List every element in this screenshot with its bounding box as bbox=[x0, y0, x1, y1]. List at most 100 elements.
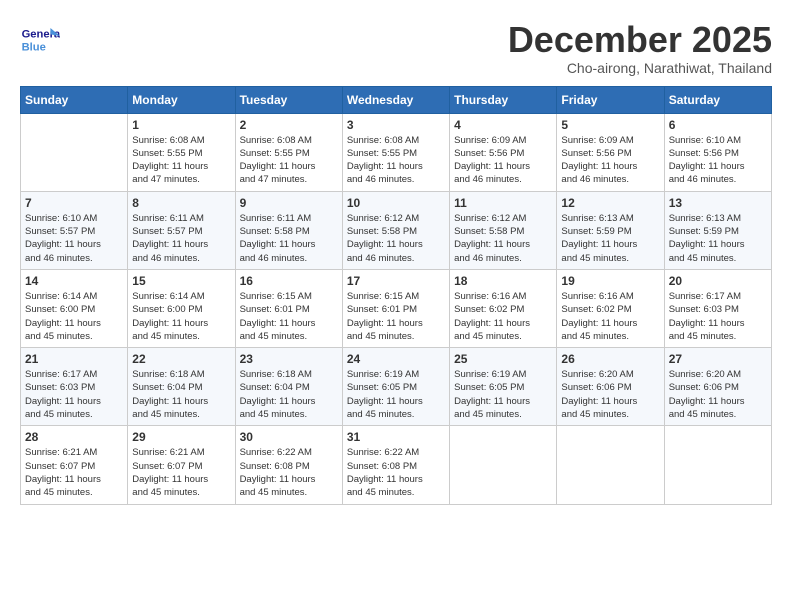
svg-text:Blue: Blue bbox=[22, 41, 46, 53]
day-number: 1 bbox=[132, 118, 230, 132]
calendar-cell: 12 Sunrise: 6:13 AM Sunset: 5:59 PM Dayli… bbox=[557, 191, 664, 269]
day-number: 5 bbox=[561, 118, 659, 132]
day-number: 7 bbox=[25, 196, 123, 210]
day-number: 17 bbox=[347, 274, 445, 288]
calendar-cell: 19 Sunrise: 6:16 AM Sunset: 6:02 PM Dayli… bbox=[557, 269, 664, 347]
month-title: December 2025 bbox=[508, 20, 772, 60]
day-number: 16 bbox=[240, 274, 338, 288]
day-info: Sunrise: 6:19 AM Sunset: 6:05 PM Dayligh… bbox=[347, 368, 445, 421]
calendar-week-1: 1Sunrise: 6:08 AM Sunset: 5:55 PM Daylig… bbox=[21, 113, 772, 191]
day-number: 28 bbox=[25, 430, 123, 444]
day-info: Sunrise: 6:10 AM Sunset: 5:57 PM Dayligh… bbox=[25, 212, 123, 265]
day-number: 20 bbox=[669, 274, 767, 288]
calendar-cell: 22Sunrise: 6:18 AM Sunset: 6:04 PM Dayli… bbox=[128, 348, 235, 426]
weekday-header-tuesday: Tuesday bbox=[235, 86, 342, 113]
day-info: Sunrise: 6:22 AM Sunset: 6:08 PM Dayligh… bbox=[347, 446, 445, 499]
calendar-cell bbox=[450, 426, 557, 504]
day-number: 22 bbox=[132, 352, 230, 366]
day-info: Sunrise: 6:11 AM Sunset: 5:57 PM Dayligh… bbox=[132, 212, 230, 265]
day-info: Sunrise: 6:18 AM Sunset: 6:04 PM Dayligh… bbox=[240, 368, 338, 421]
calendar-cell bbox=[664, 426, 771, 504]
weekday-header-monday: Monday bbox=[128, 86, 235, 113]
day-number: 30 bbox=[240, 430, 338, 444]
day-info: Sunrise: 6:13 AM Sunset: 5:59 PM Dayligh… bbox=[561, 212, 659, 265]
calendar-cell bbox=[21, 113, 128, 191]
calendar-cell: 5 Sunrise: 6:09 AM Sunset: 5:56 PM Daylig… bbox=[557, 113, 664, 191]
day-info: Sunrise: 6:19 AM Sunset: 6:05 PM Dayligh… bbox=[454, 368, 552, 421]
day-info: Sunrise: 6:20 AM Sunset: 6:06 PM Dayligh… bbox=[561, 368, 659, 421]
page-header: General Blue December 2025 Cho-airong, N… bbox=[20, 20, 772, 76]
calendar-week-3: 14 Sunrise: 6:14 AM Sunset: 6:00 PM Dayli… bbox=[21, 269, 772, 347]
day-number: 6 bbox=[669, 118, 767, 132]
day-info: Sunrise: 6:11 AM Sunset: 5:58 PM Dayligh… bbox=[240, 212, 338, 265]
calendar-cell: 20 Sunrise: 6:17 AM Sunset: 6:03 PM Dayli… bbox=[664, 269, 771, 347]
weekday-header-friday: Friday bbox=[557, 86, 664, 113]
calendar-cell: 18Sunrise: 6:16 AM Sunset: 6:02 PM Dayli… bbox=[450, 269, 557, 347]
calendar-cell bbox=[557, 426, 664, 504]
day-number: 25 bbox=[454, 352, 552, 366]
day-info: Sunrise: 6:14 AM Sunset: 6:00 PM Dayligh… bbox=[25, 290, 123, 343]
day-number: 23 bbox=[240, 352, 338, 366]
logo-icon: General Blue bbox=[20, 20, 60, 60]
weekday-header-thursday: Thursday bbox=[450, 86, 557, 113]
day-number: 2 bbox=[240, 118, 338, 132]
calendar-cell: 21Sunrise: 6:17 AM Sunset: 6:03 PM Dayli… bbox=[21, 348, 128, 426]
day-info: Sunrise: 6:09 AM Sunset: 5:56 PM Dayligh… bbox=[454, 134, 552, 187]
day-info: Sunrise: 6:16 AM Sunset: 6:02 PM Dayligh… bbox=[561, 290, 659, 343]
day-number: 19 bbox=[561, 274, 659, 288]
calendar-table: SundayMondayTuesdayWednesdayThursdayFrid… bbox=[20, 86, 772, 505]
day-number: 13 bbox=[669, 196, 767, 210]
weekday-header-saturday: Saturday bbox=[664, 86, 771, 113]
calendar-week-5: 28 Sunrise: 6:21 AM Sunset: 6:07 PM Dayli… bbox=[21, 426, 772, 504]
calendar-cell: 11 Sunrise: 6:12 AM Sunset: 5:58 PM Dayli… bbox=[450, 191, 557, 269]
day-number: 9 bbox=[240, 196, 338, 210]
calendar-cell: 6Sunrise: 6:10 AM Sunset: 5:56 PM Daylig… bbox=[664, 113, 771, 191]
location-subtitle: Cho-airong, Narathiwat, Thailand bbox=[508, 60, 772, 76]
day-number: 14 bbox=[25, 274, 123, 288]
title-block: December 2025 Cho-airong, Narathiwat, Th… bbox=[508, 20, 772, 76]
day-number: 12 bbox=[561, 196, 659, 210]
day-number: 29 bbox=[132, 430, 230, 444]
day-info: Sunrise: 6:20 AM Sunset: 6:06 PM Dayligh… bbox=[669, 368, 767, 421]
day-info: Sunrise: 6:12 AM Sunset: 5:58 PM Dayligh… bbox=[347, 212, 445, 265]
calendar-cell: 2Sunrise: 6:08 AM Sunset: 5:55 PM Daylig… bbox=[235, 113, 342, 191]
calendar-cell: 9 Sunrise: 6:11 AM Sunset: 5:58 PM Daylig… bbox=[235, 191, 342, 269]
day-info: Sunrise: 6:09 AM Sunset: 5:56 PM Dayligh… bbox=[561, 134, 659, 187]
calendar-week-4: 21Sunrise: 6:17 AM Sunset: 6:03 PM Dayli… bbox=[21, 348, 772, 426]
calendar-cell: 14 Sunrise: 6:14 AM Sunset: 6:00 PM Dayli… bbox=[21, 269, 128, 347]
day-number: 3 bbox=[347, 118, 445, 132]
calendar-cell: 15 Sunrise: 6:14 AM Sunset: 6:00 PM Dayli… bbox=[128, 269, 235, 347]
day-number: 8 bbox=[132, 196, 230, 210]
day-info: Sunrise: 6:14 AM Sunset: 6:00 PM Dayligh… bbox=[132, 290, 230, 343]
calendar-cell: 29 Sunrise: 6:21 AM Sunset: 6:07 PM Dayli… bbox=[128, 426, 235, 504]
day-number: 21 bbox=[25, 352, 123, 366]
day-number: 26 bbox=[561, 352, 659, 366]
calendar-cell: 16Sunrise: 6:15 AM Sunset: 6:01 PM Dayli… bbox=[235, 269, 342, 347]
calendar-cell: 10Sunrise: 6:12 AM Sunset: 5:58 PM Dayli… bbox=[342, 191, 449, 269]
day-info: Sunrise: 6:15 AM Sunset: 6:01 PM Dayligh… bbox=[347, 290, 445, 343]
day-number: 15 bbox=[132, 274, 230, 288]
day-number: 24 bbox=[347, 352, 445, 366]
calendar-cell: 23 Sunrise: 6:18 AM Sunset: 6:04 PM Dayli… bbox=[235, 348, 342, 426]
calendar-cell: 25 Sunrise: 6:19 AM Sunset: 6:05 PM Dayli… bbox=[450, 348, 557, 426]
weekday-header-wednesday: Wednesday bbox=[342, 86, 449, 113]
logo: General Blue bbox=[20, 20, 65, 60]
day-number: 11 bbox=[454, 196, 552, 210]
day-info: Sunrise: 6:13 AM Sunset: 5:59 PM Dayligh… bbox=[669, 212, 767, 265]
calendar-cell: 27 Sunrise: 6:20 AM Sunset: 6:06 PM Dayli… bbox=[664, 348, 771, 426]
calendar-cell: 28Sunrise: 6:21 AM Sunset: 6:07 PM Dayli… bbox=[21, 426, 128, 504]
calendar-cell: 31 Sunrise: 6:22 AM Sunset: 6:08 PM Dayli… bbox=[342, 426, 449, 504]
calendar-cell: 13 Sunrise: 6:13 AM Sunset: 5:59 PM Dayli… bbox=[664, 191, 771, 269]
calendar-cell: 4Sunrise: 6:09 AM Sunset: 5:56 PM Daylig… bbox=[450, 113, 557, 191]
day-number: 27 bbox=[669, 352, 767, 366]
day-info: Sunrise: 6:12 AM Sunset: 5:58 PM Dayligh… bbox=[454, 212, 552, 265]
calendar-week-2: 7 Sunrise: 6:10 AM Sunset: 5:57 PM Daylig… bbox=[21, 191, 772, 269]
day-number: 18 bbox=[454, 274, 552, 288]
day-info: Sunrise: 6:21 AM Sunset: 6:07 PM Dayligh… bbox=[132, 446, 230, 499]
calendar-cell: 7 Sunrise: 6:10 AM Sunset: 5:57 PM Daylig… bbox=[21, 191, 128, 269]
day-number: 31 bbox=[347, 430, 445, 444]
calendar-cell: 1Sunrise: 6:08 AM Sunset: 5:55 PM Daylig… bbox=[128, 113, 235, 191]
day-info: Sunrise: 6:22 AM Sunset: 6:08 PM Dayligh… bbox=[240, 446, 338, 499]
day-info: Sunrise: 6:17 AM Sunset: 6:03 PM Dayligh… bbox=[669, 290, 767, 343]
calendar-cell: 3Sunrise: 6:08 AM Sunset: 5:55 PM Daylig… bbox=[342, 113, 449, 191]
